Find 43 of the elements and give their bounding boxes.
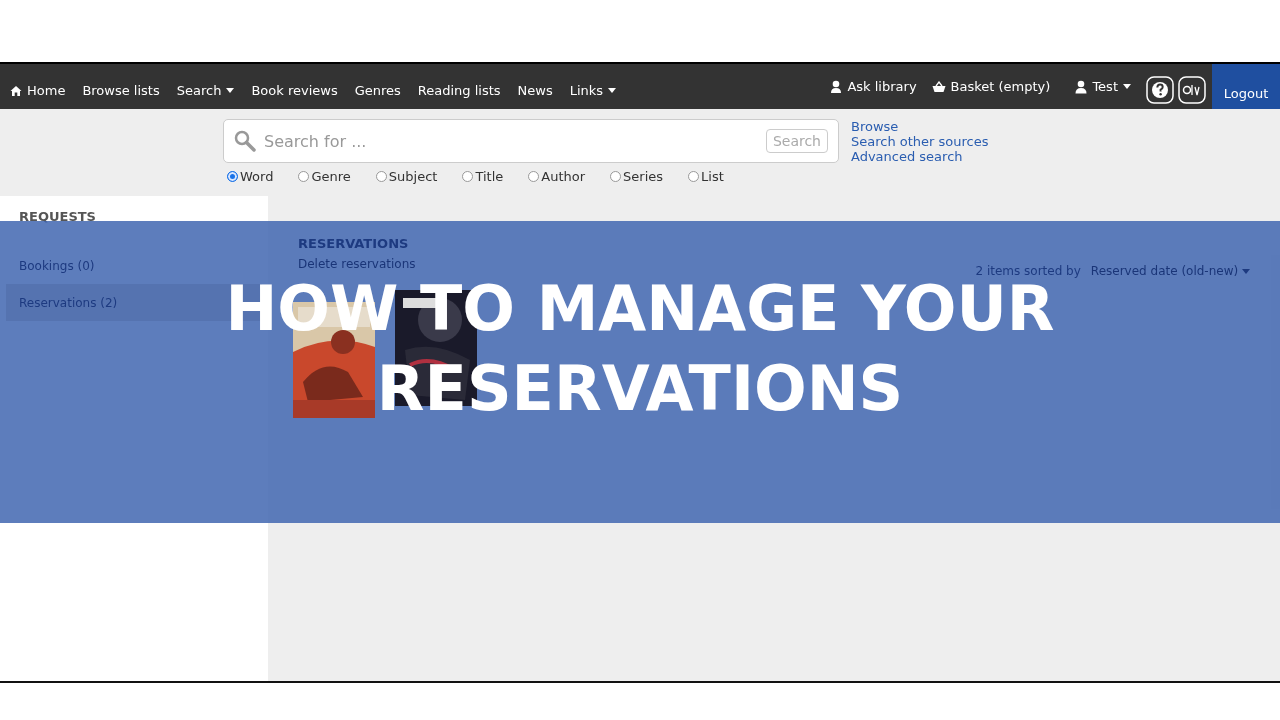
accessibility-icon[interactable] [1178,75,1206,104]
search-option[interactable]: Series [610,169,664,184]
nav-link[interactable]: News [517,83,553,98]
caret-icon [226,87,235,94]
search-option[interactable]: Genre [298,169,351,184]
radio-button[interactable] [688,171,700,182]
radio-button[interactable] [375,171,387,182]
search-option[interactable]: Title [462,169,504,184]
search-link[interactable]: Browse [851,119,989,134]
nav-link[interactable]: Links [569,83,617,98]
section-heading: RESERVATIONS [298,236,410,251]
help-icon[interactable] [1146,75,1174,104]
nav-link[interactable]: Browse lists [82,83,160,98]
nav-link[interactable]: Search [176,83,235,98]
basket-icon [931,80,946,93]
nav-link[interactable]: Basket (empty) [931,79,1051,94]
search-link[interactable]: Search other sources [851,134,989,149]
sort-summary: 2 items sorted by [975,264,1081,278]
search-link[interactable]: Advanced search [851,149,989,164]
caret-icon [1242,269,1250,275]
search-option[interactable]: Author [528,169,586,184]
radio-button[interactable] [610,171,622,182]
caret-icon [1123,83,1131,90]
home-icon [10,84,22,97]
user-icon [1075,79,1088,94]
nav-link[interactable]: Genres [354,83,401,98]
radio-button[interactable] [528,171,540,182]
nav-link[interactable]: Book reviews [251,83,338,98]
nav-link[interactable]: Ask library [830,79,917,94]
nav-link[interactable]: Reading lists [417,83,501,98]
caret-icon [608,87,617,94]
search-icon [234,130,256,152]
nav-link[interactable]: Test [1075,79,1131,94]
radio-button[interactable] [227,171,238,182]
person-icon [830,79,843,94]
radio-button[interactable] [298,171,310,182]
search-option[interactable]: List [688,169,724,184]
logout-button[interactable]: Logout [1212,64,1280,109]
search-option[interactable]: Word [227,169,274,184]
sidebar-heading: REQUESTS [18,209,97,226]
nav-link[interactable]: Home [10,83,66,98]
search-option[interactable]: Subject [375,169,438,184]
radio-button[interactable] [462,171,474,182]
